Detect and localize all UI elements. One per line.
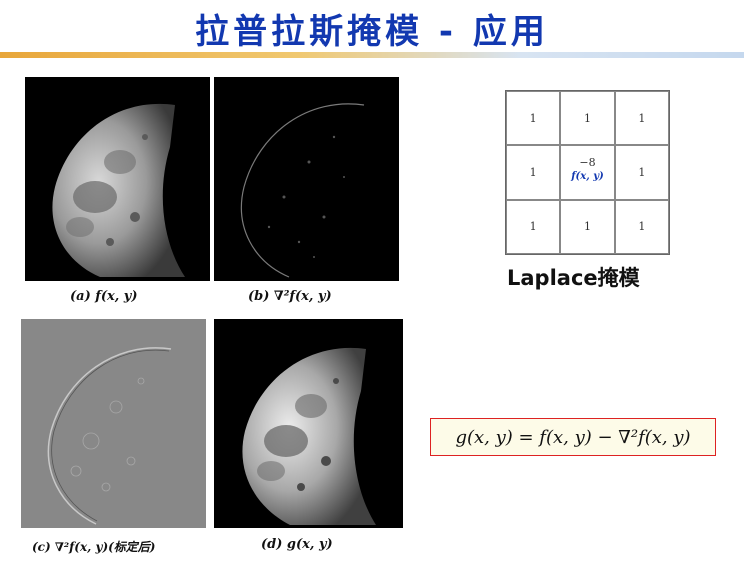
caption-d: (d) g(x, y) <box>261 537 333 552</box>
laplace-mask-grid: 1 1 1 1 −8 f(x, y) 1 1 1 1 <box>505 90 670 255</box>
mask-center-cell: −8 f(x, y) <box>560 145 615 200</box>
enhancement-formula: g(x, y) = f(x, y) − ∇²f(x, y) <box>430 418 716 456</box>
caption-c: (c) ∇²f(x, y)(标定后) <box>32 540 156 554</box>
slide-title: 拉普拉斯掩模 - 应用 <box>195 11 549 52</box>
mask-cell: 1 <box>614 199 669 254</box>
title-divider <box>0 52 744 58</box>
image-laplacian <box>214 77 399 281</box>
mask-cell: 1 <box>614 91 669 146</box>
mask-title: Laplace掩模 <box>507 266 640 290</box>
mask-center-value: −8 <box>579 156 596 170</box>
mask-cell: 1 <box>506 91 561 146</box>
mask-cell: 1 <box>560 91 615 146</box>
mask-cell: 1 <box>560 199 615 254</box>
image-laplacian-scaled <box>21 319 206 528</box>
image-enhanced-moon <box>214 319 403 528</box>
mask-cell: 1 <box>506 199 561 254</box>
mask-cell: 1 <box>614 145 669 200</box>
mask-cell: 1 <box>506 145 561 200</box>
caption-b: (b) ∇²f(x, y) <box>248 289 332 304</box>
mask-center-label: f(x, y) <box>571 171 604 183</box>
caption-a: (a) f(x, y) <box>70 289 138 304</box>
image-original-moon <box>25 77 210 281</box>
